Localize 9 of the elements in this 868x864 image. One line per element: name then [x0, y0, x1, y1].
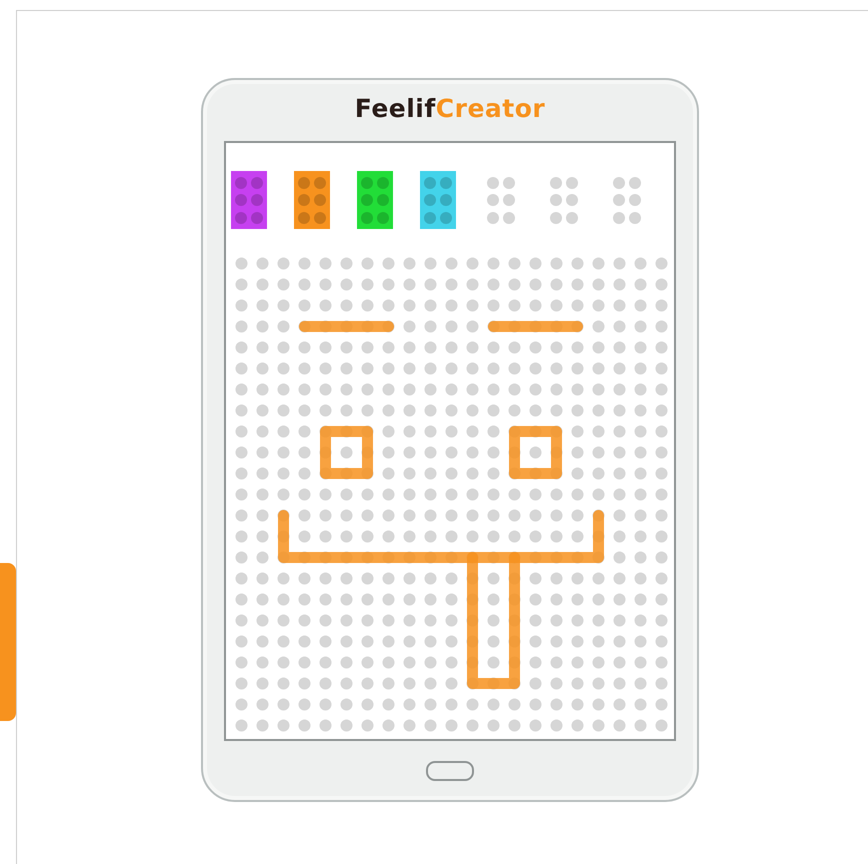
color-swatch[interactable] [420, 171, 456, 229]
side-tab[interactable] [0, 563, 16, 721]
home-button[interactable] [426, 761, 474, 781]
dot-grid-drawing[interactable] [236, 258, 668, 732]
app-title-part: Creator [436, 94, 546, 124]
color-swatch[interactable] [294, 171, 330, 229]
color-swatch[interactable] [357, 171, 393, 229]
color-swatch[interactable] [231, 171, 267, 229]
app-title-part: Feelif [354, 94, 436, 124]
